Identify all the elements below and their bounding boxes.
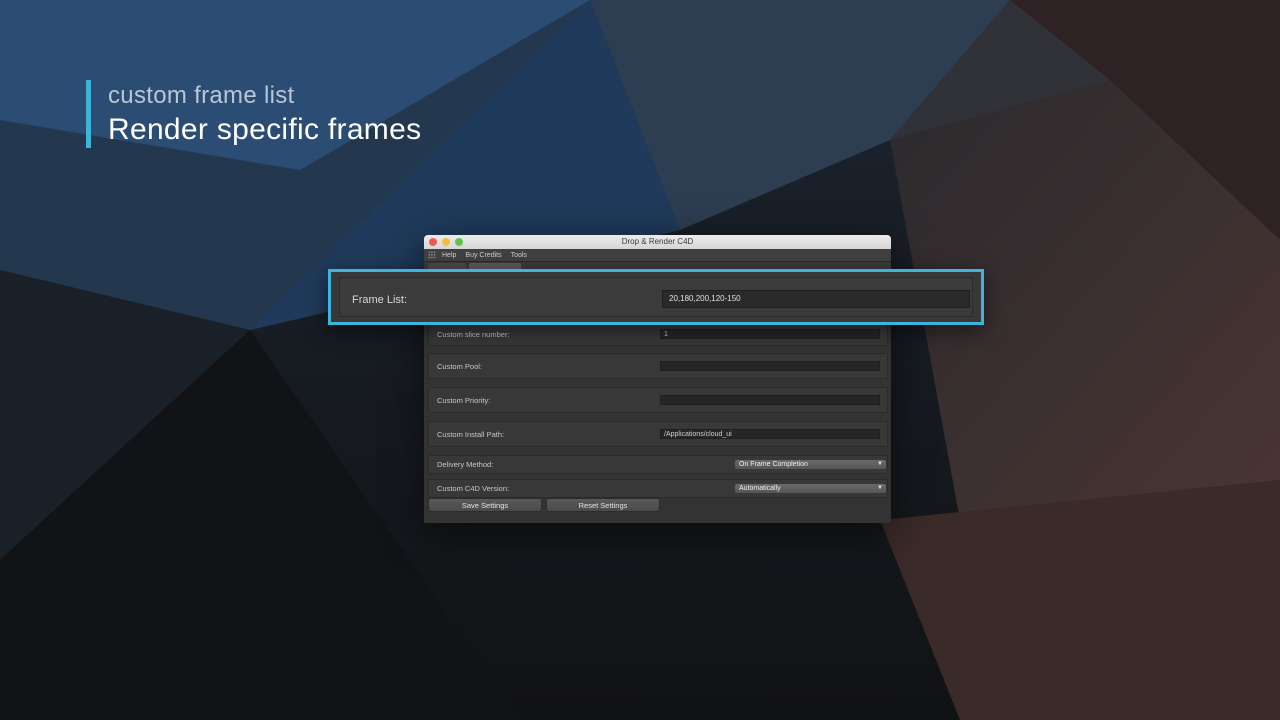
custom-priority-label: Custom Priority:	[437, 396, 491, 405]
save-settings-button[interactable]: Save Settings	[428, 498, 542, 512]
custom-slice-number-input[interactable]: 1	[660, 329, 880, 339]
caption-title: Render specific frames	[108, 113, 422, 146]
menu-buy-credits[interactable]: Buy Credits	[465, 252, 501, 259]
row-custom-c4d-version: Custom C4D Version: Automatically ▼	[428, 479, 888, 498]
frame-list-highlight: Frame List: 20,180,200,120-150	[328, 269, 984, 325]
frame-list-input[interactable]: 20,180,200,120-150	[662, 290, 970, 308]
custom-priority-input[interactable]	[660, 395, 880, 405]
delivery-method-label: Delivery Method:	[437, 460, 494, 469]
custom-pool-label: Custom Pool:	[437, 362, 483, 371]
row-custom-priority: Custom Priority:	[428, 387, 888, 413]
caption-subtitle: custom frame list	[108, 82, 295, 109]
caption: custom frame list Render specific frames	[86, 80, 421, 148]
minimize-window-icon[interactable]	[442, 238, 450, 246]
window-titlebar[interactable]: Drop & Render C4D	[424, 235, 891, 249]
custom-c4d-version-label: Custom C4D Version:	[437, 484, 510, 493]
custom-pool-input[interactable]	[660, 361, 880, 371]
menu-tools[interactable]: Tools	[511, 252, 527, 259]
grid-icon[interactable]	[428, 251, 436, 259]
delivery-method-value: On Frame Completion	[739, 461, 808, 468]
menu-bar: Help Buy Credits Tools	[424, 249, 891, 262]
custom-install-path-label: Custom Install Path:	[437, 430, 505, 439]
chevron-down-icon: ▼	[877, 485, 883, 491]
delivery-method-select[interactable]: On Frame Completion ▼	[735, 460, 886, 469]
row-delivery-method: Delivery Method: On Frame Completion ▼	[428, 455, 888, 474]
custom-c4d-version-value: Automatically	[739, 485, 781, 492]
frame-list-label: Frame List:	[352, 294, 408, 306]
custom-slice-number-label: Custom slice number:	[437, 330, 510, 339]
custom-c4d-version-select[interactable]: Automatically ▼	[735, 484, 886, 493]
reset-settings-button[interactable]: Reset Settings	[546, 498, 660, 512]
custom-install-path-input[interactable]: /Applications/cloud_ui	[660, 429, 880, 439]
close-window-icon[interactable]	[429, 238, 437, 246]
row-custom-install-path: Custom Install Path: /Applications/cloud…	[428, 421, 888, 447]
maximize-window-icon[interactable]	[455, 238, 463, 246]
row-custom-pool: Custom Pool:	[428, 353, 888, 379]
window-title: Drop & Render C4D	[621, 237, 694, 246]
row-custom-slice-number: Custom slice number: 1	[428, 323, 888, 346]
chevron-down-icon: ▼	[877, 461, 883, 467]
menu-help[interactable]: Help	[442, 252, 456, 259]
frame-list-row: Frame List: 20,180,200,120-150	[339, 277, 973, 317]
